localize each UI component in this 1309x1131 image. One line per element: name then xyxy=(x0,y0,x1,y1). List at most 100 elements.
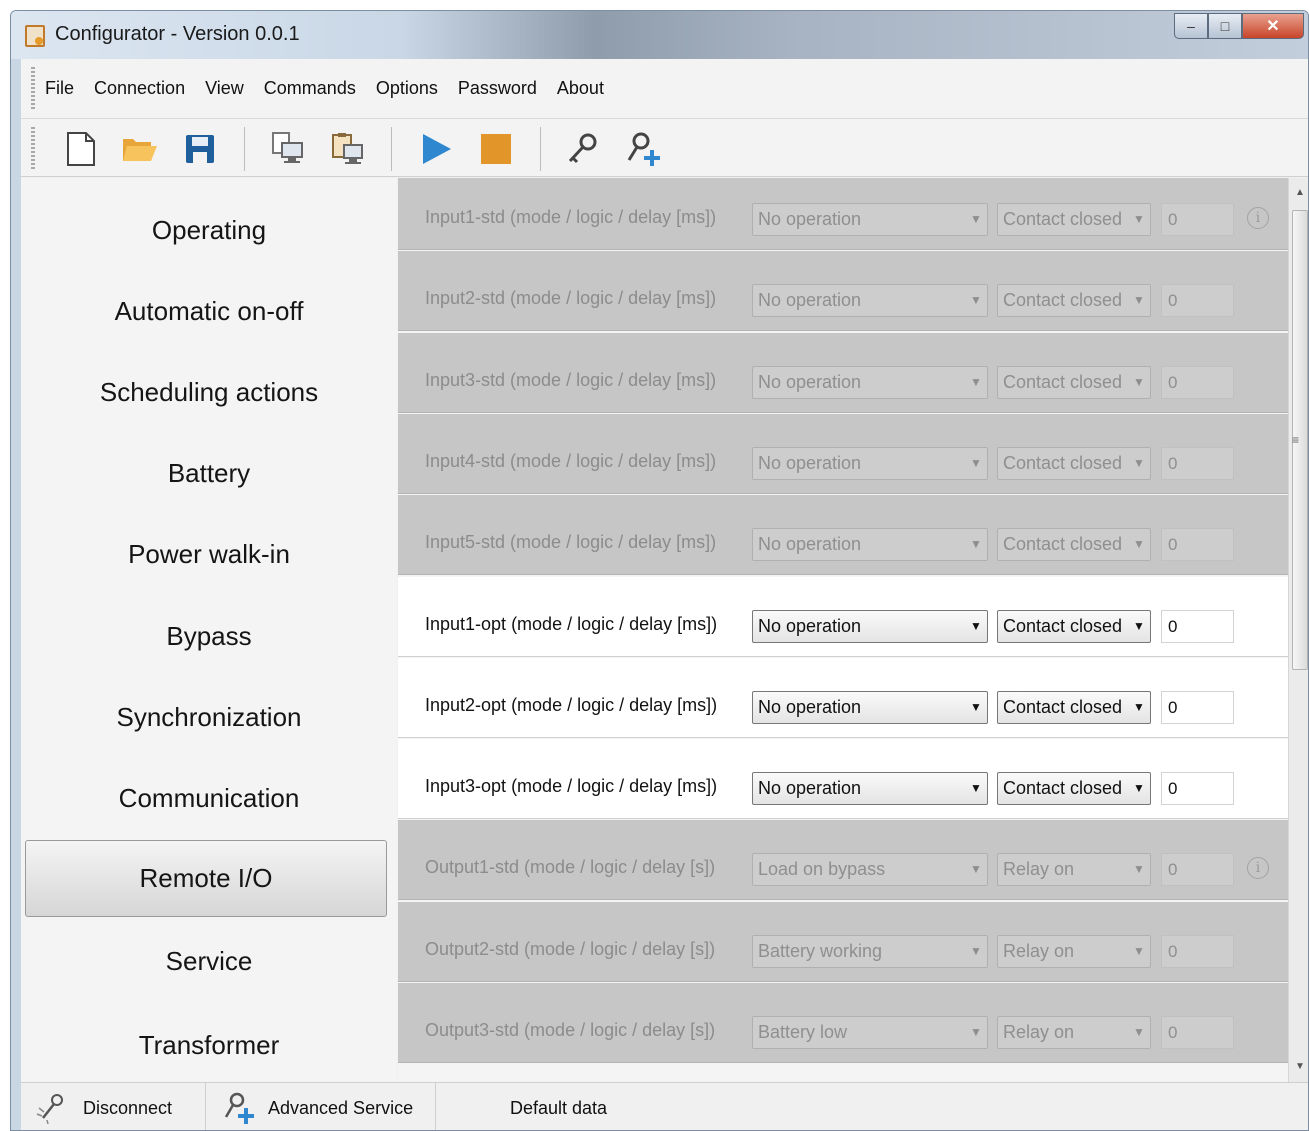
chevron-down-icon: ▼ xyxy=(1133,944,1145,958)
advanced-service-label: Advanced Service xyxy=(268,1097,414,1118)
delay-input[interactable]: 0 xyxy=(1161,1016,1234,1049)
logic-select[interactable]: Contact closed ▼ xyxy=(997,528,1151,561)
delay-input[interactable]: 0 xyxy=(1161,610,1234,643)
nav-battery[interactable]: Battery xyxy=(21,433,397,514)
delay-input[interactable]: 0 xyxy=(1161,447,1234,480)
menu-file[interactable]: File xyxy=(45,74,74,103)
menu-commands[interactable]: Commands xyxy=(264,74,356,103)
io-setting-row: Input5-std (mode / logic / delay [ms]) No… xyxy=(398,495,1288,575)
mode-select[interactable]: No operation ▼ xyxy=(752,610,988,643)
chevron-down-icon: ▼ xyxy=(970,862,982,876)
logic-select[interactable]: Contact closed ▼ xyxy=(997,610,1151,643)
menu-view[interactable]: View xyxy=(205,74,244,103)
logic-select[interactable]: Contact closed ▼ xyxy=(997,284,1151,317)
mode-select[interactable]: Battery working ▼ xyxy=(752,935,988,968)
open-folder-icon[interactable] xyxy=(120,129,160,169)
nav-power-walk-in[interactable]: Power walk-in xyxy=(21,514,397,595)
toolbar-separator xyxy=(244,127,245,171)
logic-select-value: Relay on xyxy=(1003,1022,1075,1042)
disconnect-icon xyxy=(35,1092,71,1124)
logic-select-value: Relay on xyxy=(1003,859,1075,879)
logic-select-value: Contact closed xyxy=(1003,616,1123,636)
chevron-down-icon: ▼ xyxy=(970,375,982,389)
new-file-icon[interactable] xyxy=(61,129,101,169)
nav-operating[interactable]: Operating xyxy=(21,190,397,271)
scroll-grip-icon: ≡ xyxy=(1292,433,1300,447)
delay-input[interactable]: 0 xyxy=(1161,284,1234,317)
title-bar[interactable]: Configurator - Version 0.0.1 ‒ □ ✕ xyxy=(11,11,1308,59)
delay-input[interactable]: 0 xyxy=(1161,528,1234,561)
mode-select[interactable]: Load on bypass ▼ xyxy=(752,853,988,886)
scroll-down-arrow-icon[interactable]: ▼ xyxy=(1289,1056,1308,1078)
close-button[interactable]: ✕ xyxy=(1242,13,1304,39)
mode-select[interactable]: No operation ▼ xyxy=(752,284,988,317)
logic-select-value: Contact closed xyxy=(1003,778,1123,798)
minimize-button[interactable]: ‒ xyxy=(1174,13,1208,39)
nav-communication[interactable]: Communication xyxy=(21,758,397,839)
advanced-service-button[interactable]: Advanced Service xyxy=(206,1083,436,1130)
mode-select-value: Battery working xyxy=(758,941,883,961)
delay-input[interactable]: 0 xyxy=(1161,935,1234,968)
mode-select[interactable]: No operation ▼ xyxy=(752,447,988,480)
disconnect-button[interactable]: Disconnect xyxy=(21,1083,206,1130)
nav-service[interactable]: Service xyxy=(21,921,397,1002)
nav-scheduling-actions[interactable]: Scheduling actions xyxy=(21,352,397,433)
mode-select-value: No operation xyxy=(758,616,862,636)
logic-select-value: Contact closed xyxy=(1003,209,1123,229)
mode-select[interactable]: No operation ▼ xyxy=(752,528,988,561)
logic-select[interactable]: Relay on ▼ xyxy=(997,853,1151,886)
app-icon xyxy=(25,25,45,47)
delay-input[interactable]: 0 xyxy=(1161,203,1234,236)
key-icon[interactable] xyxy=(563,129,603,169)
nav-bypass[interactable]: Bypass xyxy=(21,596,397,677)
logic-select[interactable]: Relay on ▼ xyxy=(997,935,1151,968)
nav-synchronization[interactable]: Synchronization xyxy=(21,677,397,758)
data-status: Default data xyxy=(510,1097,608,1118)
scroll-up-arrow-icon[interactable]: ▲ xyxy=(1289,182,1308,204)
menu-about[interactable]: About xyxy=(557,74,604,103)
io-row-label: Input4-std (mode / logic / delay [ms]) xyxy=(425,451,717,471)
logic-select[interactable]: Contact closed ▼ xyxy=(997,447,1151,480)
io-row-label: Output1-std (mode / logic / delay [s]) xyxy=(425,857,716,877)
io-setting-row: Input3-std (mode / logic / delay [ms]) No… xyxy=(398,333,1288,413)
info-icon[interactable]: i xyxy=(1247,857,1269,879)
mode-select[interactable]: No operation ▼ xyxy=(752,366,988,399)
logic-select[interactable]: Contact closed ▼ xyxy=(997,203,1151,236)
io-setting-row: Input4-std (mode / logic / delay [ms]) No… xyxy=(398,414,1288,494)
nav-remote-io[interactable]: Remote I/O xyxy=(25,840,387,917)
logic-select[interactable]: Contact closed ▼ xyxy=(997,772,1151,805)
mode-select[interactable]: No operation ▼ xyxy=(752,691,988,724)
status-bar: Disconnect Advanced Service Default data xyxy=(21,1082,1308,1130)
vertical-scrollbar[interactable]: ▲ ≡ ▼ xyxy=(1288,178,1308,1082)
mode-select-value: No operation xyxy=(758,697,862,717)
delay-input[interactable]: 0 xyxy=(1161,772,1234,805)
logic-select[interactable]: Contact closed ▼ xyxy=(997,691,1151,724)
copy-to-device-icon[interactable] xyxy=(268,129,308,169)
menu-connection[interactable]: Connection xyxy=(94,74,185,103)
paste-from-device-icon[interactable] xyxy=(328,129,368,169)
chevron-down-icon: ▼ xyxy=(970,212,982,226)
delay-input[interactable]: 0 xyxy=(1161,853,1234,886)
play-icon[interactable] xyxy=(416,129,456,169)
mode-select[interactable]: Battery low ▼ xyxy=(752,1016,988,1049)
chevron-down-icon: ▼ xyxy=(970,781,982,795)
mode-select[interactable]: No operation ▼ xyxy=(752,772,988,805)
maximize-button[interactable]: □ xyxy=(1208,13,1242,39)
nav-transformer[interactable]: Transformer xyxy=(21,1005,397,1086)
delay-input[interactable]: 0 xyxy=(1161,366,1234,399)
add-user-icon[interactable] xyxy=(625,129,665,169)
nav-automatic-on-off[interactable]: Automatic on-off xyxy=(21,271,397,352)
toolbar-grip[interactable] xyxy=(31,127,35,171)
logic-select[interactable]: Contact closed ▼ xyxy=(997,366,1151,399)
menu-grip[interactable] xyxy=(31,67,35,111)
menu-password[interactable]: Password xyxy=(458,74,537,103)
logic-select[interactable]: Relay on ▼ xyxy=(997,1016,1151,1049)
delay-input[interactable]: 0 xyxy=(1161,691,1234,724)
info-icon[interactable]: i xyxy=(1247,207,1269,229)
mode-select-value: No operation xyxy=(758,778,862,798)
chevron-down-icon: ▼ xyxy=(970,293,982,307)
menu-options[interactable]: Options xyxy=(376,74,438,103)
save-icon[interactable] xyxy=(180,129,220,169)
stop-icon[interactable] xyxy=(476,129,516,169)
mode-select[interactable]: No operation ▼ xyxy=(752,203,988,236)
